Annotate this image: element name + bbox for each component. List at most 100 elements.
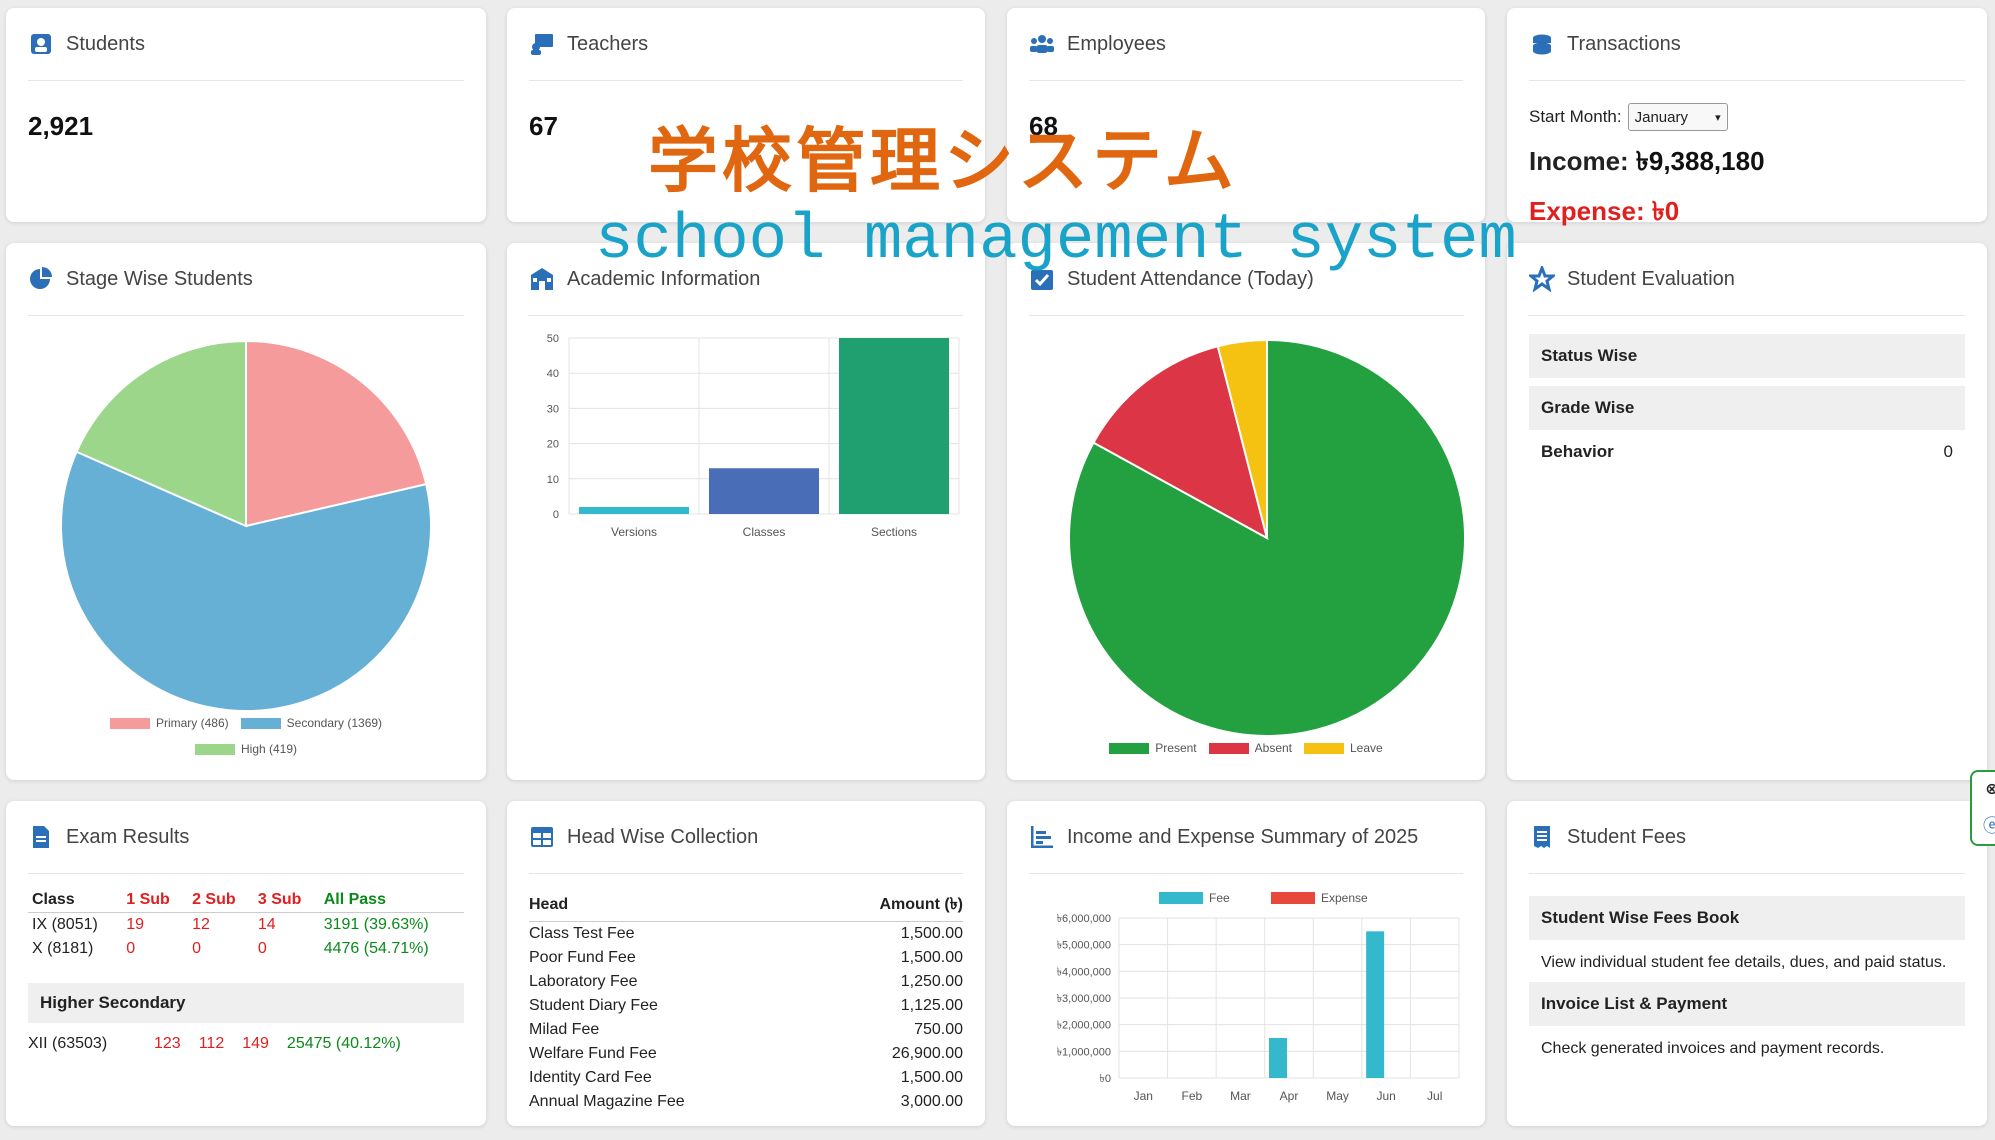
bar-fee-apr[interactable] [1269, 1038, 1287, 1078]
y-tick-label: ৳3,000,000 [1057, 993, 1111, 1005]
legend-swatch [1159, 892, 1203, 904]
student-wise-fees-book-link[interactable]: Student Wise Fees Book [1529, 896, 1965, 940]
attendance-legend-item[interactable]: Absent [1208, 741, 1292, 755]
legend-swatch [109, 718, 150, 730]
transactions-card: Transactions Start Month: January ▾ Inco… [1507, 8, 1987, 226]
attendance-legend: Present Absent Leave [1029, 741, 1463, 755]
cell-head: Milad Fee [529, 1021, 600, 1038]
start-month-label: Start Month: [1529, 107, 1622, 126]
cell-2sub: 112 [198, 1035, 225, 1052]
start-month-select[interactable]: January ▾ [1627, 103, 1728, 131]
cell-all-pass: 25475 (40.12%) [286, 1035, 401, 1052]
table-row: Laboratory Fee 1,250.00 [529, 970, 963, 994]
legend-swatch [240, 718, 281, 730]
x-tick-label: Jun [1376, 1089, 1395, 1103]
table-row: Poor Fund Fee 1,500.00 [529, 946, 963, 970]
bar-sections[interactable] [839, 338, 949, 514]
floating-side-widget[interactable]: ⊗ ⓔ [1970, 770, 1995, 846]
y-tick-label: 50 [547, 333, 559, 345]
cell-2sub: 12 [192, 916, 210, 933]
expense-row: Expense: ৳0 [1529, 191, 1965, 235]
y-tick-label: ৳1,000,000 [1057, 1046, 1111, 1058]
legend-swatch [1304, 743, 1344, 755]
cell-class: X (8181) [32, 940, 94, 957]
start-month-value: January [1634, 108, 1688, 126]
star-icon [1529, 266, 1555, 292]
attendance-legend-item[interactable]: Present [1109, 741, 1197, 755]
y-tick-label: ৳2,000,000 [1057, 1020, 1111, 1032]
attendance-legend-item[interactable]: Leave [1304, 741, 1383, 755]
legend-swatch [194, 744, 235, 756]
col-3sub: 3 Sub [253, 888, 320, 913]
invoice-list-link[interactable]: Invoice List & Payment [1529, 982, 1965, 1027]
students-card[interactable]: Students 2,921 [6, 8, 486, 222]
cell-head: Class Test Fee [529, 925, 635, 942]
teachers-card-header: Teachers [529, 8, 963, 81]
y-tick-label: ৳6,000,000 [1057, 913, 1111, 925]
table-row: X (8181) 0 0 0 4476 (54.71%) [28, 937, 464, 961]
stage-wise-pie [60, 339, 432, 712]
edge-icon[interactable]: ⓔ [1983, 812, 1995, 838]
bar-classes[interactable] [709, 468, 819, 514]
y-tick-label: 30 [547, 403, 559, 415]
expense-label: Expense: [1529, 196, 1645, 226]
evaluation-header: Student Evaluation [1529, 243, 1965, 316]
legend-label: Absent [1254, 741, 1292, 755]
status-wise-item[interactable]: Status Wise [1529, 334, 1965, 378]
behavior-value: 0 [1943, 442, 1953, 461]
table-row: Annual Magazine Fee 3,000.00 [529, 1090, 963, 1114]
overlay-title-en: school management system [595, 205, 1517, 277]
users-icon [1030, 35, 1054, 53]
evaluation-card: Student Evaluation Status Wise Grade Wis… [1507, 243, 1987, 780]
cell-3sub: 0 [257, 940, 267, 957]
table-row: Milad Fee 750.00 [529, 1018, 963, 1042]
table-icon [531, 827, 553, 847]
x-tick-label: Apr [1280, 1089, 1299, 1103]
table-row: XII (63503) 123 112 149 25475 (40.12%) [28, 1035, 464, 1053]
col-1sub: 1 Sub [122, 888, 189, 913]
bar-chart-icon [1031, 826, 1053, 848]
income-value: ৳9,388,180 [1635, 146, 1765, 176]
students-card-header: Students [28, 8, 464, 81]
table-row: IX (8051) 19 12 14 3191 (39.63%) [28, 913, 464, 938]
x-tick-label: Jan [1134, 1089, 1153, 1103]
y-tick-label: 10 [547, 474, 559, 486]
table-row: Welfare Fund Fee 26,900.00 [529, 1042, 963, 1066]
student-fees-title: Student Fees [1567, 825, 1686, 848]
cell-2sub: 0 [192, 940, 201, 957]
students-count: 2,921 [28, 111, 94, 141]
students-title: Students [66, 32, 145, 55]
exam-results-table: Class 1 Sub 2 Sub 3 Sub All Pass IX (805… [28, 888, 464, 961]
higher-secondary-heading: Higher Secondary [28, 983, 464, 1023]
x-tick-label: Mar [1230, 1089, 1251, 1103]
legend-label: High (419) [240, 742, 298, 756]
head-wise-title: Head Wise Collection [567, 825, 759, 848]
cell-head: Student Diary Fee [529, 997, 658, 1014]
stage-wise-legend-item[interactable]: Primary (486) [109, 716, 229, 730]
bar-versions[interactable] [579, 506, 689, 514]
income-expense-chart: Fee Expense ৳0 ৳1,000,000 ৳2,000,000 ৳3,000,0… [1057, 891, 1460, 1103]
stage-wise-legend-item[interactable]: High (419) [194, 742, 298, 756]
student-wise-fees-book-desc: View individual student fee details, due… [1541, 954, 1947, 971]
cell-head: Laboratory Fee [529, 973, 638, 990]
student-fees-header: Student Fees [1529, 801, 1965, 874]
behavior-label: Behavior [1541, 442, 1614, 461]
cell-amount: 1,500.00 [900, 925, 963, 942]
behavior-row[interactable]: Behavior 0 [1529, 430, 1965, 474]
cell-amount: 1,250.00 [900, 973, 963, 990]
stage-wise-legend-item[interactable]: Secondary (1369) [240, 716, 382, 730]
student-icon [31, 34, 51, 54]
cell-1sub: 19 [126, 916, 145, 933]
legend-label: Primary (486) [155, 716, 229, 730]
cell-head: Annual Magazine Fee [529, 1093, 685, 1110]
cell-class: XII (63503) [28, 1035, 108, 1052]
stage-wise-title: Stage Wise Students [66, 267, 253, 290]
expense-value: ৳0 [1651, 196, 1680, 226]
attendance-card: Student Attendance (Today) Present Absent… [1007, 243, 1485, 780]
x-tick-label: Sections [871, 525, 917, 539]
bar-fee-jun[interactable] [1366, 931, 1385, 1078]
close-icon[interactable]: ⊗ [1985, 779, 1995, 799]
grade-wise-item[interactable]: Grade Wise [1529, 386, 1965, 430]
cell-1sub: 123 [154, 1035, 181, 1052]
head-wise-card: Head Wise Collection Head Amount (৳) Cla… [507, 801, 985, 1126]
